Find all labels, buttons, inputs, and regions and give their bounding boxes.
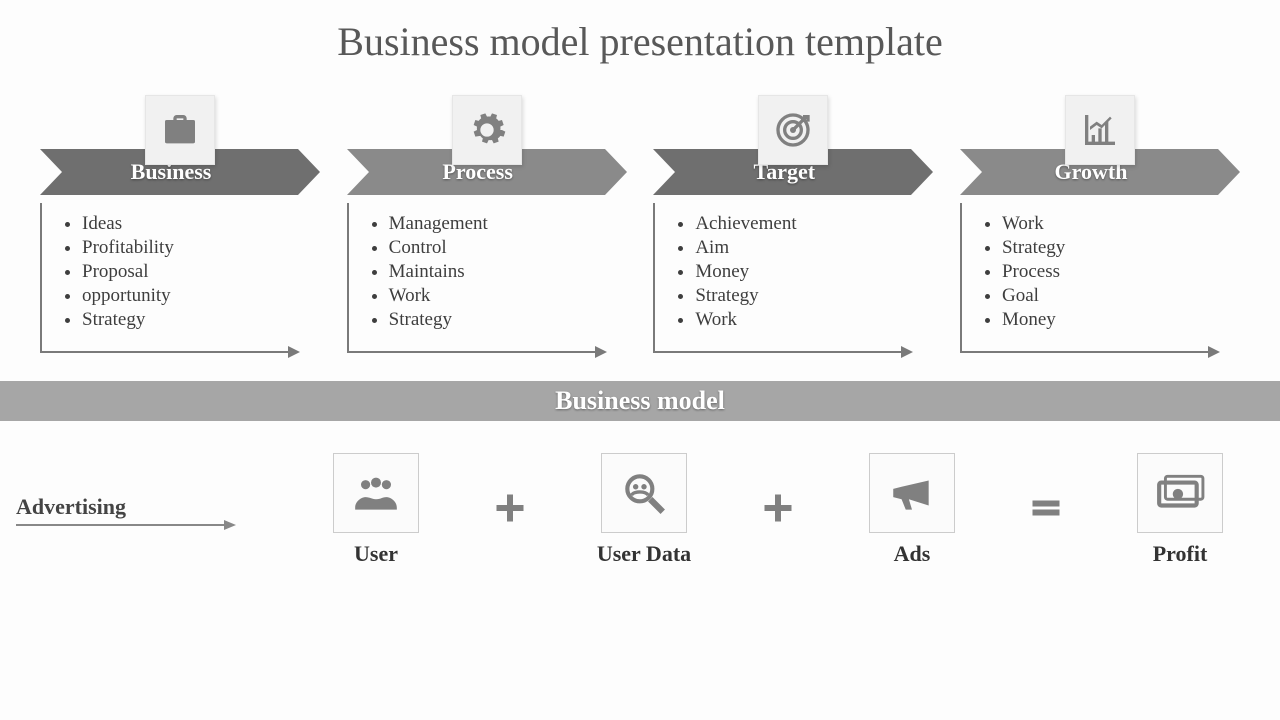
model-item-userdata: User Data (584, 453, 704, 567)
list-item: Profitability (82, 237, 290, 259)
model-caption: User (316, 541, 436, 567)
column-list: Achievement Aim Money Strategy Work (673, 213, 903, 331)
column-list-frame: Work Strategy Process Goal Money (960, 203, 1210, 353)
list-item: opportunity (82, 285, 290, 307)
column-list-frame: Ideas Profitability Proposal opportunity… (40, 203, 290, 353)
section-bar: Business model (0, 381, 1280, 421)
list-item: Aim (695, 237, 903, 259)
model-caption: Ads (852, 541, 972, 567)
model-item-profit: Profit (1120, 453, 1240, 567)
model-item-ads: Ads (852, 453, 972, 567)
list-item: Strategy (389, 309, 597, 331)
megaphone-icon (869, 453, 955, 533)
list-item: Achievement (695, 213, 903, 235)
list-item: Strategy (1002, 237, 1210, 259)
list-item: Strategy (695, 285, 903, 307)
advertising-label: Advertising (16, 494, 226, 526)
equals-icon (1021, 490, 1071, 531)
list-item: Proposal (82, 261, 290, 283)
column-list-frame: Achievement Aim Money Strategy Work (653, 203, 903, 353)
advertising-text: Advertising (16, 494, 226, 520)
plus-icon (485, 490, 535, 531)
money-icon (1137, 453, 1223, 533)
model-caption: Profit (1120, 541, 1240, 567)
column-list: Ideas Profitability Proposal opportunity… (60, 213, 290, 331)
list-item: Work (1002, 213, 1210, 235)
column-process: Process Management Control Maintains Wor… (347, 95, 627, 353)
column-list: Management Control Maintains Work Strate… (367, 213, 597, 331)
target-icon (758, 95, 828, 165)
list-item: Maintains (389, 261, 597, 283)
column-list: Work Strategy Process Goal Money (980, 213, 1210, 331)
gear-icon (452, 95, 522, 165)
column-target: Target Achievement Aim Money Strategy Wo… (653, 95, 933, 353)
list-item: Control (389, 237, 597, 259)
list-item: Money (1002, 309, 1210, 331)
users-icon (333, 453, 419, 533)
list-item: Ideas (82, 213, 290, 235)
list-item: Goal (1002, 285, 1210, 307)
model-sequence: User User Data Ads Profit (226, 453, 1240, 567)
arrow-icon (16, 524, 226, 526)
list-item: Strategy (82, 309, 290, 331)
briefcase-icon (145, 95, 215, 165)
list-item: Work (695, 309, 903, 331)
column-list-frame: Management Control Maintains Work Strate… (347, 203, 597, 353)
model-caption: User Data (584, 541, 704, 567)
search-users-icon (601, 453, 687, 533)
plus-icon (753, 490, 803, 531)
model-row: Advertising User User Data Ads (0, 421, 1280, 567)
model-item-user: User (316, 453, 436, 567)
column-growth: Growth Work Strategy Process Goal Money (960, 95, 1240, 353)
chart-icon (1065, 95, 1135, 165)
list-item: Management (389, 213, 597, 235)
list-item: Money (695, 261, 903, 283)
columns-row: Business Ideas Profitability Proposal op… (0, 65, 1280, 353)
column-business: Business Ideas Profitability Proposal op… (40, 95, 320, 353)
list-item: Process (1002, 261, 1210, 283)
page-title: Business model presentation template (0, 0, 1280, 65)
list-item: Work (389, 285, 597, 307)
